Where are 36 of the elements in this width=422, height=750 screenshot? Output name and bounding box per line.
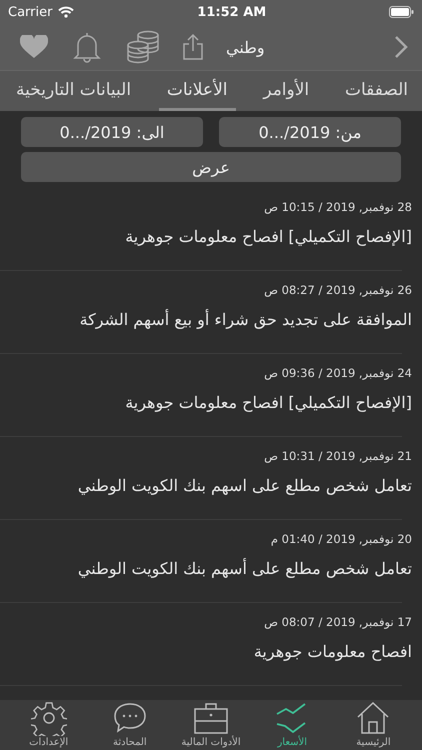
tab-bar-item[interactable]: الرئيسية: [343, 700, 404, 750]
tab-bar-item[interactable]: الأسعار: [262, 700, 322, 750]
show-button[interactable]: عرض: [21, 152, 401, 182]
tab[interactable]: البيانات التاريخية: [8, 71, 140, 111]
nav-title: وطني: [226, 38, 265, 56]
announcement-date: 21 نوفمبر, 2019 / 10:31 ص: [263, 449, 412, 463]
wifi-icon: [58, 6, 74, 18]
announcement-date: 17 نوفمبر, 2019 / 08:07 ص: [263, 615, 412, 629]
announcement-title[interactable]: [الإفصاح التكميلي] افصاح معلومات جوهرية: [0, 393, 412, 412]
announcement-title[interactable]: تعامل شخص مطلع على أسهم بنك الكويت الوطني: [0, 559, 412, 578]
status-time: 11:52 AM: [196, 4, 268, 20]
tab[interactable]: الأوامر: [255, 71, 318, 111]
battery-icon: [389, 6, 414, 18]
to-date-field[interactable]: الى: 2019/...0: [21, 117, 203, 147]
announcement-title[interactable]: الموافقة على تجديد حق شراء أو بيع أسهم الشركة: [0, 310, 412, 329]
heart-icon[interactable]: [20, 35, 48, 59]
bell-icon[interactable]: [72, 31, 102, 63]
tab-bar-item[interactable]: المحادثة: [100, 700, 160, 750]
settings-icon: [30, 700, 67, 736]
tab[interactable]: الصفقات: [336, 71, 416, 111]
announcement-title[interactable]: تعامل شخص مطلع على اسهم بنك الكويت الوطني: [0, 476, 412, 495]
tab-bar-item[interactable]: الإعدادات: [18, 700, 79, 750]
from-date-field[interactable]: من: 2019/...0: [219, 117, 401, 147]
announcement-title[interactable]: [الإفصاح التكميلي] افصاح معلومات جوهرية: [0, 227, 412, 246]
house-icon: [355, 700, 392, 736]
coins-icon[interactable]: [126, 30, 160, 64]
carrier-label: Carrier: [8, 4, 52, 20]
chevron-icon[interactable]: [394, 35, 408, 59]
announcement-date: 24 نوفمبر, 2019 / 09:36 ص: [263, 366, 412, 380]
announcement-date: 28 نوفمبر, 2019 / 10:15 ص: [263, 200, 412, 214]
tab-bar-item[interactable]: الأدوات المالية: [181, 700, 242, 750]
announcement-date: 26 نوفمبر, 2019 / 08:27 ص: [263, 283, 412, 297]
tab[interactable]: الأعلانات: [158, 71, 236, 111]
share-icon[interactable]: [182, 33, 204, 61]
announcement-date: 20 نوفمبر, 2019 / 01:40 م: [270, 532, 412, 546]
announcement-title[interactable]: افصاح معلومات جوهرية: [0, 642, 412, 661]
